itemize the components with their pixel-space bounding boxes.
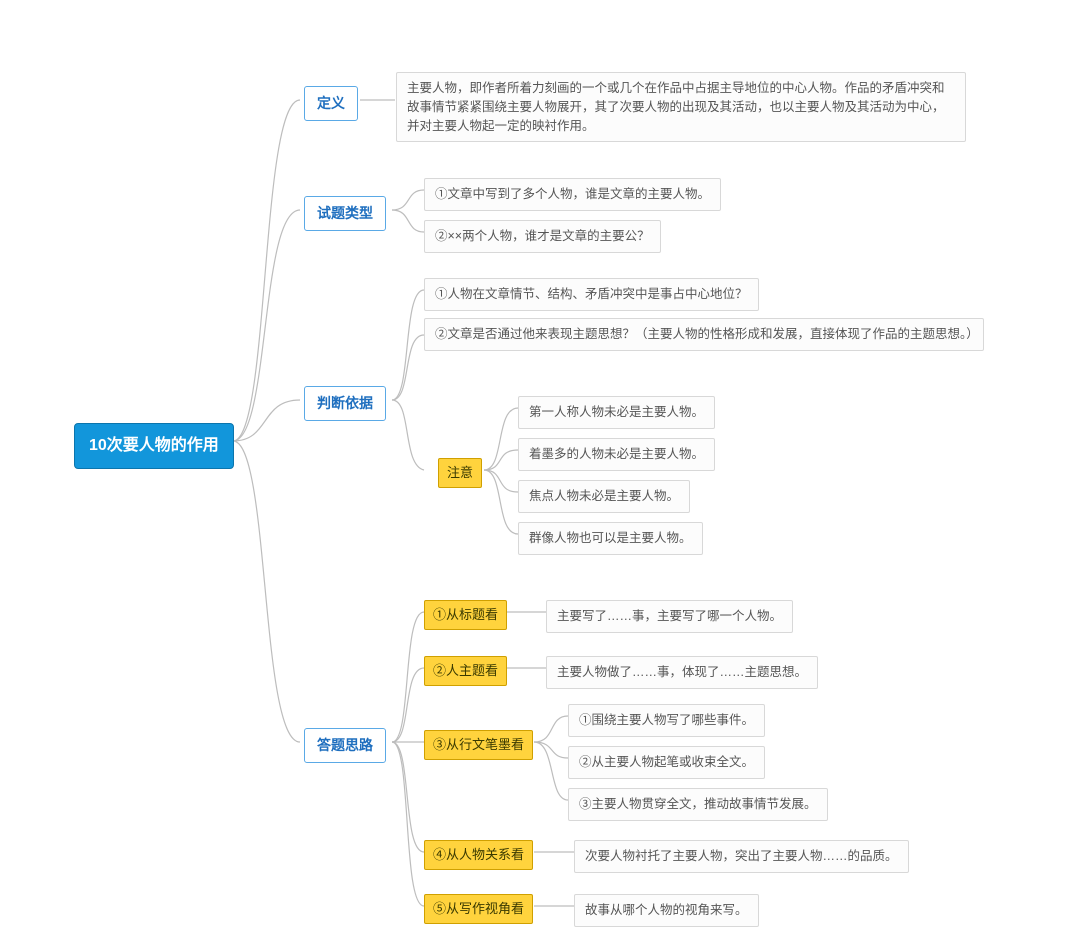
approach-a4[interactable]: ④从人物关系看 (424, 840, 533, 870)
approach-a5-text: 故事从哪个人物的视角来写。 (574, 894, 759, 927)
approach-a3-item-1-text: ①围绕主要人物写了哪些事件。 (579, 713, 754, 727)
types-item-2: ②××两个人物，谁才是文章的主要公？ (424, 220, 661, 253)
approach-a3-label: ③从行文笔墨看 (433, 737, 524, 752)
approach-a4-text: 次要人物衬托了主要人物，突出了主要人物……的品质。 (574, 840, 909, 873)
approach-a1-text-content: 主要写了……事，主要写了哪一个人物。 (557, 609, 782, 623)
criteria-note[interactable]: 注意 (438, 458, 482, 488)
note-item-3-text: 焦点人物未必是主要人物。 (529, 489, 679, 503)
branch-approach-label: 答题思路 (317, 737, 373, 753)
note-item-2: 着墨多的人物未必是主要人物。 (518, 438, 715, 471)
approach-a3[interactable]: ③从行文笔墨看 (424, 730, 533, 760)
note-item-1: 第一人称人物未必是主要人物。 (518, 396, 715, 429)
criteria-item-1-text: ①人物在文章情节、结构、矛盾冲突中是事占中心地位？ (435, 287, 748, 301)
branch-definition-label: 定义 (317, 95, 345, 111)
definition-text-content: 主要人物，即作者所着力刻画的一个或几个在作品中占据主导地位的中心人物。作品的矛盾… (407, 81, 945, 133)
branch-criteria[interactable]: 判断依据 (304, 386, 386, 421)
criteria-item-2-text: ②文章是否通过他来表现主题思想？（主要人物的性格形成和发展，直接体现了作品的主题… (435, 327, 979, 341)
approach-a5-label: ⑤从写作视角看 (433, 901, 524, 916)
approach-a5[interactable]: ⑤从写作视角看 (424, 894, 533, 924)
types-item-2-text: ②××两个人物，谁才是文章的主要公？ (435, 229, 650, 243)
approach-a1-label: ①从标题看 (433, 607, 498, 622)
criteria-note-label: 注意 (447, 465, 473, 480)
criteria-item-2: ②文章是否通过他来表现主题思想？（主要人物的性格形成和发展，直接体现了作品的主题… (424, 318, 984, 351)
types-item-1-text: ①文章中写到了多个人物，谁是文章的主要人物。 (435, 187, 710, 201)
approach-a1[interactable]: ①从标题看 (424, 600, 507, 630)
note-item-4-text: 群像人物也可以是主要人物。 (529, 531, 692, 545)
approach-a2-label: ②人主题看 (433, 663, 498, 678)
criteria-item-1: ①人物在文章情节、结构、矛盾冲突中是事占中心地位？ (424, 278, 759, 311)
branch-approach[interactable]: 答题思路 (304, 728, 386, 763)
approach-a4-label: ④从人物关系看 (433, 847, 524, 862)
definition-text: 主要人物，即作者所着力刻画的一个或几个在作品中占据主导地位的中心人物。作品的矛盾… (396, 72, 966, 142)
approach-a3-item-3-text: ③主要人物贯穿全文，推动故事情节发展。 (579, 797, 817, 811)
branch-definition[interactable]: 定义 (304, 86, 358, 121)
note-item-4: 群像人物也可以是主要人物。 (518, 522, 703, 555)
branch-types[interactable]: 试题类型 (304, 196, 386, 231)
branch-criteria-label: 判断依据 (317, 395, 373, 411)
types-item-1: ①文章中写到了多个人物，谁是文章的主要人物。 (424, 178, 721, 211)
approach-a3-item-2: ②从主要人物起笔或收束全文。 (568, 746, 765, 779)
approach-a2[interactable]: ②人主题看 (424, 656, 507, 686)
approach-a5-text-content: 故事从哪个人物的视角来写。 (585, 903, 748, 917)
approach-a2-text: 主要人物做了……事，体现了……主题思想。 (546, 656, 818, 689)
branch-types-label: 试题类型 (317, 205, 373, 221)
note-item-1-text: 第一人称人物未必是主要人物。 (529, 405, 704, 419)
note-item-2-text: 着墨多的人物未必是主要人物。 (529, 447, 704, 461)
root-label: 10次要人物的作用 (89, 437, 219, 454)
root-node[interactable]: 10次要人物的作用 (74, 423, 234, 469)
note-item-3: 焦点人物未必是主要人物。 (518, 480, 690, 513)
approach-a1-text: 主要写了……事，主要写了哪一个人物。 (546, 600, 793, 633)
approach-a3-item-3: ③主要人物贯穿全文，推动故事情节发展。 (568, 788, 828, 821)
approach-a3-item-2-text: ②从主要人物起笔或收束全文。 (579, 755, 754, 769)
approach-a2-text-content: 主要人物做了……事，体现了……主题思想。 (557, 665, 807, 679)
approach-a3-item-1: ①围绕主要人物写了哪些事件。 (568, 704, 765, 737)
approach-a4-text-content: 次要人物衬托了主要人物，突出了主要人物……的品质。 (585, 849, 898, 863)
